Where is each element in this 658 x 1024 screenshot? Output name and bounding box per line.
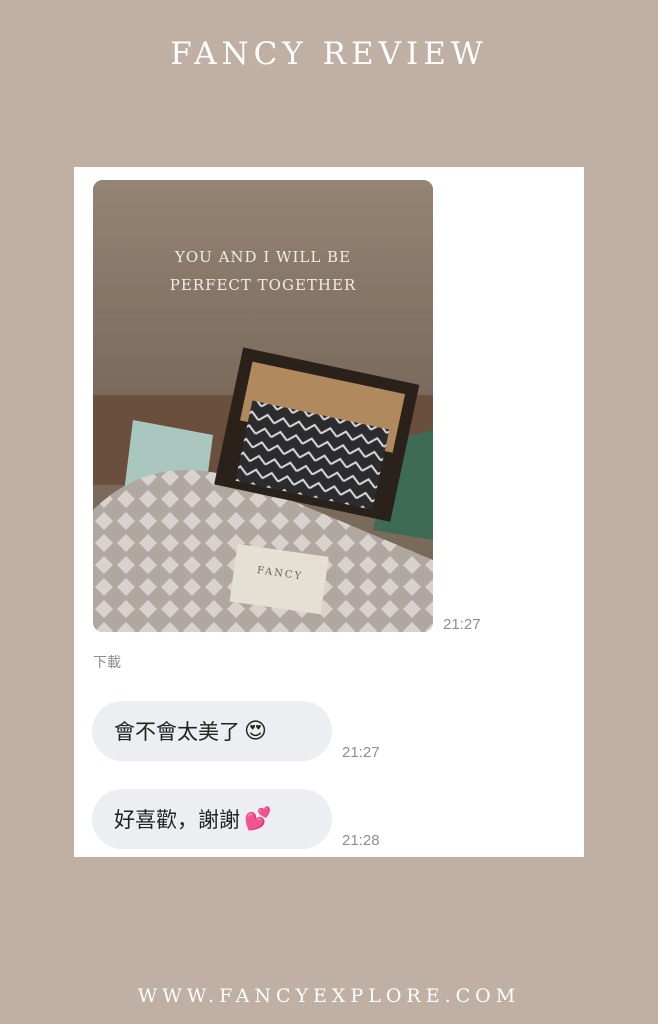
photo-timestamp: 21:27 (443, 616, 481, 633)
message-timestamp: 21:28 (342, 832, 380, 849)
download-link[interactable]: 下載 (93, 652, 121, 672)
two-hearts-emoji-icon: 💕 (244, 806, 272, 832)
product-photo[interactable]: YOU AND I WILL BE PERFECT TOGETHER FANCY (93, 180, 433, 632)
message-bubble: 好喜歡，謝謝 💕 (92, 789, 332, 849)
message-bubble: 會不會太美了 😍 (92, 701, 332, 761)
page-title: FANCY REVIEW (170, 36, 488, 72)
box-text-line1: YOU AND I WILL BE (174, 248, 351, 266)
message-text: 好喜歡，謝謝 (114, 808, 240, 832)
chat-card: YOU AND I WILL BE PERFECT TOGETHER FANCY… (74, 167, 584, 857)
website-url[interactable]: WWW.FANCYEXPLORE.COM (0, 985, 658, 1007)
photo-illustration: YOU AND I WILL BE PERFECT TOGETHER FANCY (93, 180, 433, 632)
message-timestamp: 21:27 (342, 744, 380, 761)
message-text: 會不會太美了 (114, 720, 240, 744)
box-text-line2: PERFECT TOGETHER (170, 276, 357, 294)
heart-eyes-emoji-icon: 😍 (244, 718, 267, 744)
